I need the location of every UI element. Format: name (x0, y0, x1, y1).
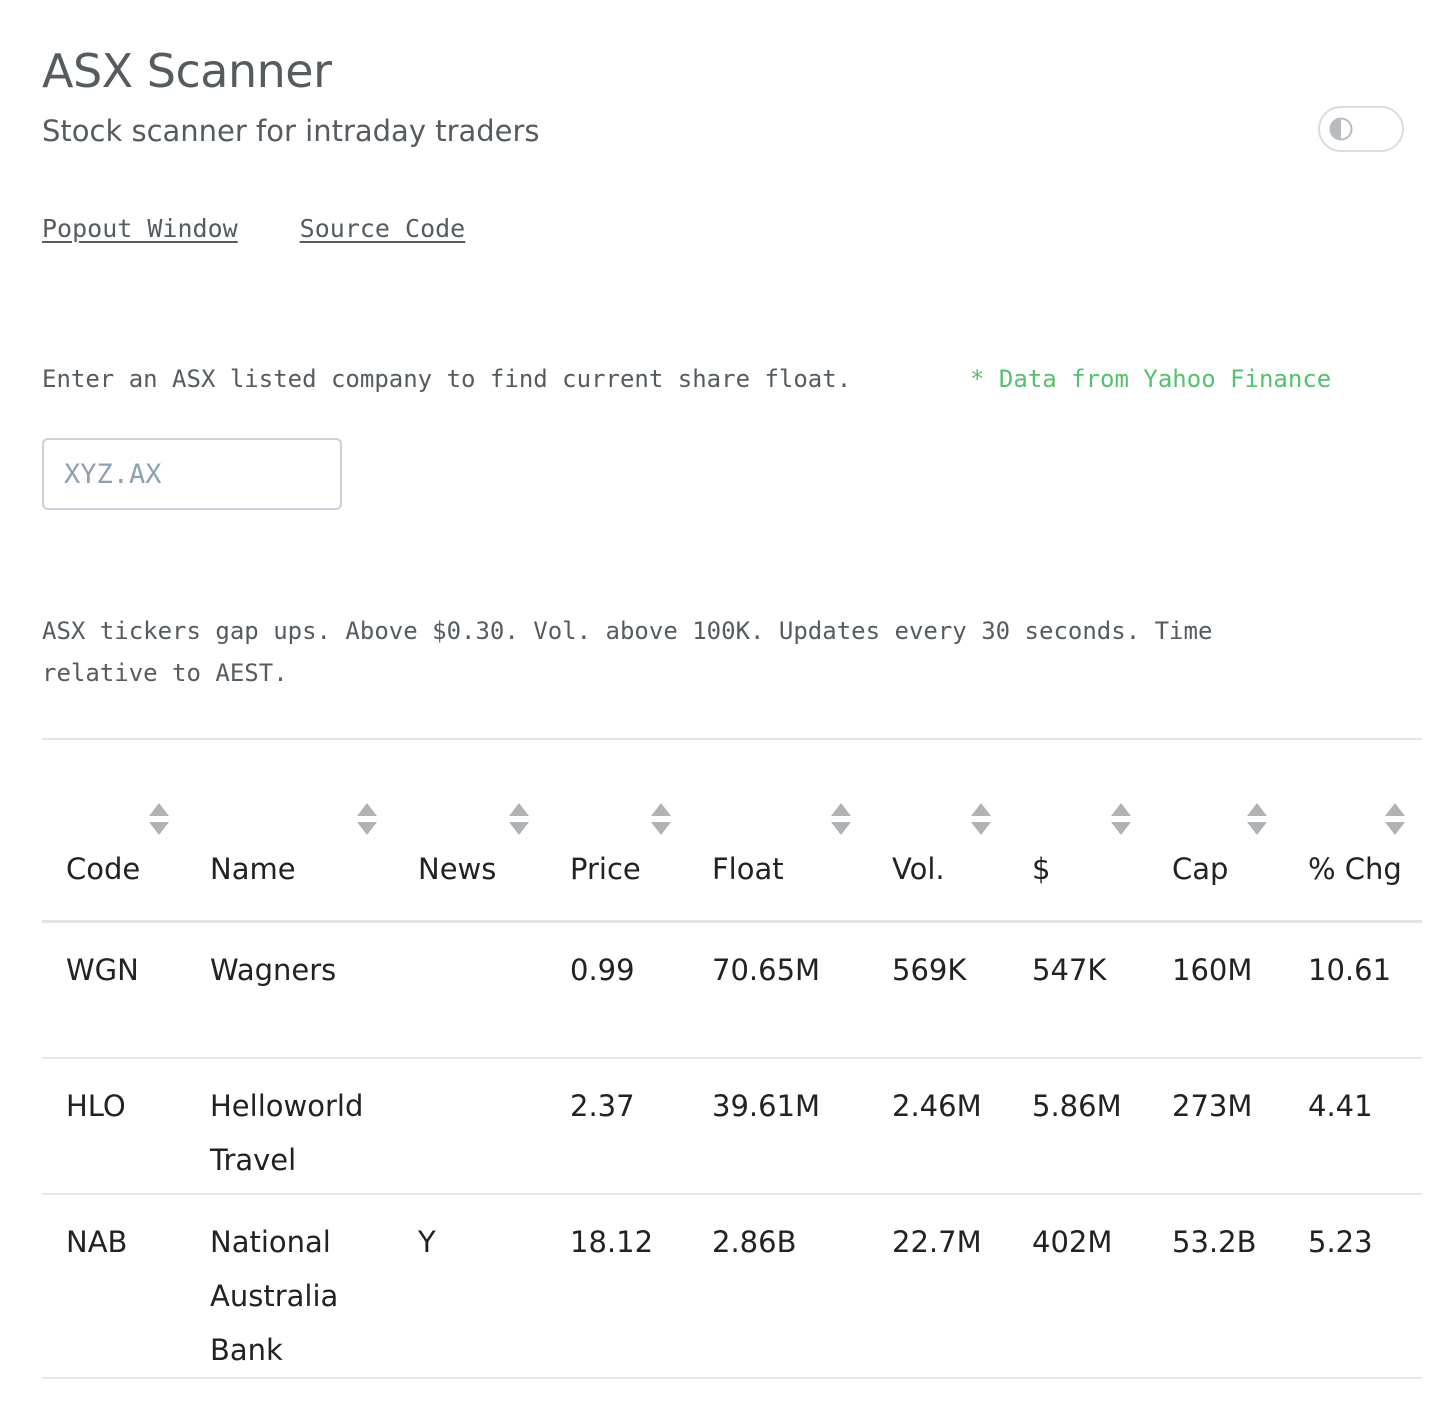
column-header-float[interactable]: Float (688, 739, 868, 922)
cell-cap: 273M (1172, 1088, 1253, 1123)
cell-name: Wagners (210, 953, 337, 987)
sort-arrows-icon (149, 803, 169, 835)
cell-chg: 4.41 (1308, 1088, 1373, 1123)
column-header-dollar[interactable]: $ (1008, 739, 1148, 922)
sort-arrows-icon (1247, 803, 1267, 835)
header-links: Popout Window Source Code (42, 214, 527, 243)
sort-arrows-icon (1385, 803, 1405, 835)
scanner-description: ASX tickers gap ups. Above $0.30. Vol. a… (42, 617, 1213, 687)
table-row: WGN Wagners 0.99 70.65M 569K 547K 160M 1… (42, 922, 1422, 1058)
cell-dollar: 402M (1032, 1224, 1113, 1259)
cell-price: 2.37 (570, 1088, 635, 1123)
cell-dollar: 5.86M (1032, 1088, 1122, 1123)
sort-arrows-icon (831, 803, 851, 835)
cell-code: WGN (66, 953, 139, 987)
cell-code: NAB (66, 1224, 128, 1259)
table-header-row: Code Name News Price Float Vol. $ Cap % … (42, 739, 1422, 922)
column-header-code[interactable]: Code (42, 739, 186, 922)
theme-toggle[interactable] (1318, 106, 1404, 152)
cell-news (394, 922, 546, 1058)
cell-price: 18.12 (570, 1224, 654, 1259)
column-header-news[interactable]: News (394, 739, 546, 922)
cell-dollar: 547K (1032, 953, 1107, 987)
cell-name: Helloworld Travel (210, 1088, 364, 1177)
source-code-link[interactable]: Source Code (300, 214, 466, 243)
cell-float: 2.86B (712, 1224, 797, 1259)
float-lookup-prompt: Enter an ASX listed company to find curr… (42, 365, 852, 393)
cell-vol: 569K (892, 953, 967, 987)
scanner-table: Code Name News Price Float Vol. $ Cap % … (42, 738, 1422, 1379)
column-header-cap[interactable]: Cap (1148, 739, 1284, 922)
cell-float: 70.65M (712, 953, 821, 987)
ticker-search-input[interactable] (42, 438, 342, 510)
cell-cap: 53.2B (1172, 1224, 1257, 1259)
column-header-vol[interactable]: Vol. (868, 739, 1008, 922)
page-subtitle: Stock scanner for intraday traders (42, 114, 540, 148)
half-circle-contrast-icon (1329, 117, 1353, 141)
cell-news (394, 1058, 546, 1194)
popout-window-link[interactable]: Popout Window (42, 214, 238, 243)
cell-chg: 10.61 (1308, 953, 1392, 987)
cell-chg: 5.23 (1308, 1224, 1373, 1259)
sort-arrows-icon (357, 803, 377, 835)
sort-arrows-icon (971, 803, 991, 835)
table-row: NAB National Australia Bank Y 18.12 2.86… (42, 1194, 1422, 1378)
column-header-name[interactable]: Name (186, 739, 394, 922)
cell-name: National Australia Bank (210, 1224, 339, 1367)
column-header-chg[interactable]: % Chg (1284, 739, 1422, 922)
cell-price: 0.99 (570, 953, 635, 987)
cell-vol: 2.46M (892, 1088, 982, 1123)
column-header-price[interactable]: Price (546, 739, 688, 922)
float-data-source-note: * Data from Yahoo Finance (970, 365, 1332, 393)
cell-float: 39.61M (712, 1088, 821, 1123)
page-title: ASX Scanner (42, 44, 332, 98)
sort-arrows-icon (509, 803, 529, 835)
cell-vol: 22.7M (892, 1224, 982, 1259)
cell-code: HLO (66, 1088, 126, 1123)
cell-cap: 160M (1172, 953, 1253, 987)
table-row: HLO Helloworld Travel 2.37 39.61M 2.46M … (42, 1058, 1422, 1194)
cell-news: Y (418, 1224, 436, 1259)
sort-arrows-icon (1111, 803, 1131, 835)
sort-arrows-icon (651, 803, 671, 835)
